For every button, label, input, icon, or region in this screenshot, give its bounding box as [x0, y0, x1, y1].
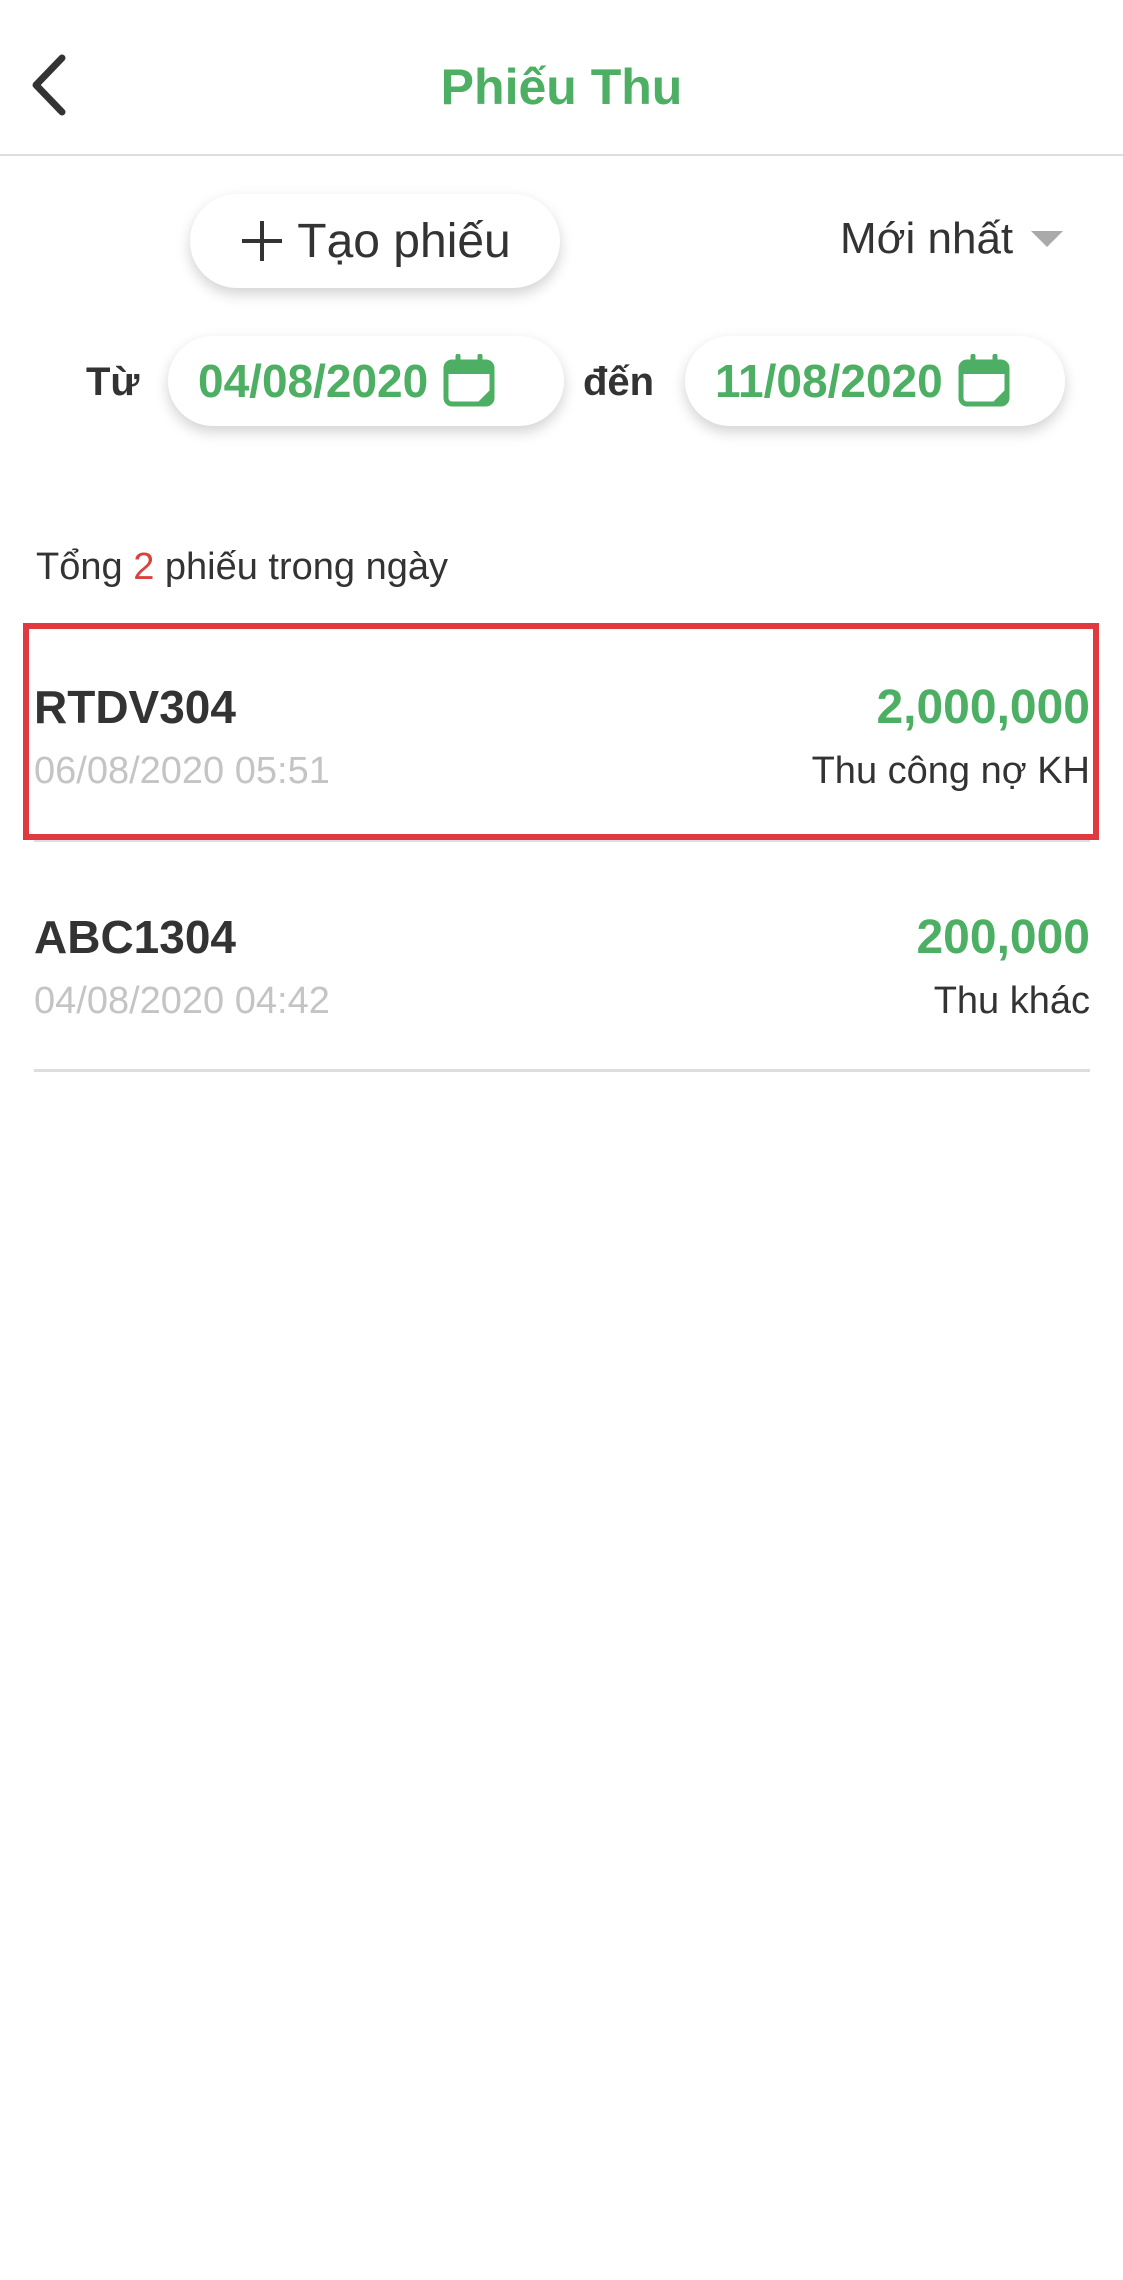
from-date-label: Từ [86, 360, 140, 404]
from-date-picker[interactable]: 04/08/2020 [168, 336, 564, 426]
receipt-count-summary: Tổng 2 phiếu trong ngày [36, 546, 448, 589]
to-date-picker[interactable]: 11/08/2020 [685, 336, 1065, 426]
receipt-amount: 2,000,000 [876, 681, 1090, 734]
receipt-amount: 200,000 [916, 911, 1090, 964]
plus-icon [239, 218, 285, 264]
create-receipt-button[interactable]: Tạo phiếu [190, 194, 560, 288]
from-date-value: 04/08/2020 [198, 355, 429, 407]
receipt-code: ABC1304 [34, 911, 236, 963]
sort-label: Mới nhất [840, 214, 1014, 263]
receipt-list-item[interactable]: RTDV304 06/08/2020 05:51 2,000,000 Thu c… [34, 630, 1090, 842]
receipt-code: RTDV304 [34, 681, 236, 733]
receipt-type: Thu công nợ KH [811, 750, 1090, 792]
to-date-label: đến [583, 360, 655, 404]
summary-prefix: Tổng [36, 546, 123, 588]
receipt-list-item[interactable]: ABC1304 04/08/2020 04:42 200,000 Thu khá… [34, 860, 1090, 1072]
to-date-value: 11/08/2020 [715, 355, 943, 407]
create-receipt-label: Tạo phiếu [297, 214, 511, 268]
calendar-icon [442, 354, 496, 408]
caret-down-icon [1031, 231, 1064, 247]
receipt-type: Thu khác [933, 980, 1090, 1022]
receipt-datetime: 06/08/2020 05:51 [34, 750, 330, 792]
page-title: Phiếu Thu [440, 59, 683, 115]
receipt-datetime: 04/08/2020 04:42 [34, 980, 330, 1022]
calendar-icon [957, 354, 1011, 408]
receipt-count: 2 [133, 546, 155, 588]
sort-dropdown[interactable]: Mới nhất [840, 214, 1064, 264]
summary-suffix: phiếu trong ngày [164, 546, 448, 588]
top-nav-bar: Phiếu Thu [0, 0, 1123, 156]
